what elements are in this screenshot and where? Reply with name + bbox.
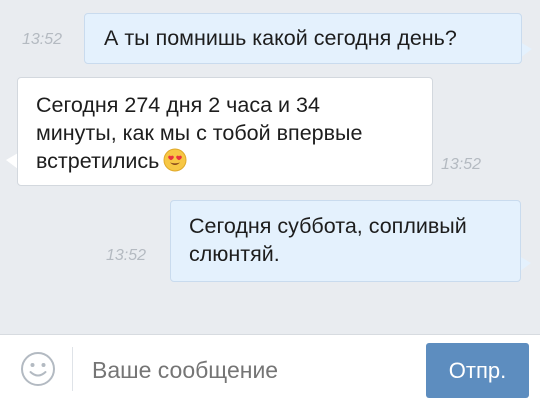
message-text-line: Сегодня суббота, сопливый [189, 214, 467, 238]
message-text-line-end: встретились [36, 149, 160, 173]
message-text: А ты помнишь какой сегодня день? [104, 26, 457, 50]
outgoing-message[interactable]: Сегодня суббота, сопливый слюнтяй. [170, 200, 521, 282]
message-time: 13:52 [22, 31, 63, 48]
message-composer: Отпр. [0, 334, 540, 406]
send-button[interactable]: Отпр. [426, 343, 529, 398]
message-input[interactable] [92, 357, 412, 384]
message-time: 13:52 [441, 156, 482, 173]
message-text-line: минуты, как мы с тобой впервые [36, 121, 363, 145]
message-history[interactable]: 13:52 А ты помнишь какой сегодня день? С… [0, 0, 540, 334]
message-time: 13:52 [106, 247, 147, 264]
composer-divider [72, 347, 73, 391]
message-text-line: слюнтяй. [189, 242, 280, 266]
smiley-icon[interactable] [20, 351, 56, 387]
message-text-line: Сегодня 274 дня 2 часа и 34 [36, 93, 320, 117]
heart-eyes-emoji-icon [163, 148, 187, 172]
incoming-message[interactable]: Сегодня 274 дня 2 часа и 34 минуты, как … [17, 77, 433, 186]
outgoing-message[interactable]: А ты помнишь какой сегодня день? [84, 13, 522, 64]
message-text-line: встретились [36, 147, 432, 175]
